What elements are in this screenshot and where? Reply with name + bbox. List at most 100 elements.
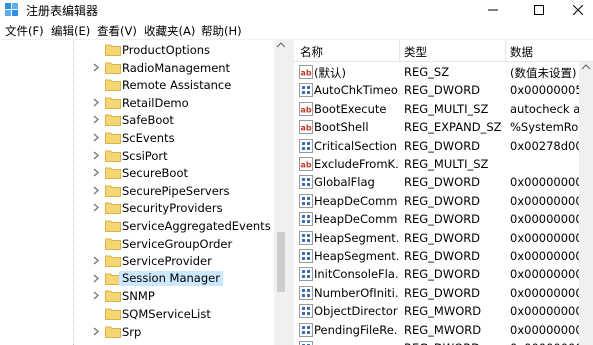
scroll-up-icon[interactable] xyxy=(582,64,590,70)
value-name: AutoChkTimeo... xyxy=(314,83,398,98)
list-row[interactable]: AutoChkTimeo... REG_DWORD 0x00000005 (5 xyxy=(294,81,593,99)
tree-item-label: ServiceGroupOrder xyxy=(122,236,233,251)
chevron-right-icon[interactable] xyxy=(91,185,101,196)
column-type-header[interactable]: 类型 xyxy=(404,44,427,60)
folder-icon xyxy=(105,44,121,56)
chevron-right-icon[interactable] xyxy=(91,167,101,178)
list-row[interactable]: HeapDeComm... REG_DWORD 0x00000000 (0 xyxy=(294,210,593,228)
tree-item-label: ServiceAggregatedEvents xyxy=(122,219,271,233)
tree-item[interactable]: SecureBoot xyxy=(0,164,274,182)
string-value-icon: ab xyxy=(299,120,313,135)
value-type: REG_DWORD xyxy=(404,230,481,245)
value-name: BootShell xyxy=(314,120,369,135)
tree-item[interactable]: SecurityProviders xyxy=(0,199,274,217)
close-button[interactable] xyxy=(562,0,593,20)
tree-scroll-thumb[interactable] xyxy=(277,232,285,292)
value-data: (数值未设置) xyxy=(510,66,577,80)
binary-value-icon xyxy=(299,285,313,300)
column-separator[interactable] xyxy=(505,40,506,62)
menu-help[interactable]: 帮助(H) xyxy=(201,23,242,39)
folder-icon xyxy=(105,150,121,162)
minimize-button[interactable] xyxy=(470,0,516,20)
value-data: %SystemRoot% xyxy=(510,120,580,135)
list-row[interactable]: ab ExcludeFromK... REG_MULTI_SZ xyxy=(294,155,593,173)
tree-item[interactable]: SNMP xyxy=(0,287,274,305)
chevron-right-icon[interactable] xyxy=(91,273,101,284)
menu-view[interactable]: 查看(V) xyxy=(97,23,137,39)
menu-file[interactable]: 文件(F) xyxy=(5,23,44,39)
list-row[interactable]: GlobalFlag REG_DWORD 0x00000000 (0 xyxy=(294,173,593,191)
maximize-button[interactable] xyxy=(516,0,562,20)
tree-item[interactable]: Srp xyxy=(0,323,274,341)
tree-item-label: ScsiPort xyxy=(122,148,168,163)
tree-item[interactable]: ProductOptions xyxy=(0,41,274,59)
list-row[interactable]: CriticalSection... REG_DWORD 0x00278d00 (2 xyxy=(294,137,593,155)
value-type: REG_SZ xyxy=(404,65,450,79)
folder-icon xyxy=(105,132,121,144)
tree-item[interactable]: SQMServiceList xyxy=(0,305,274,323)
chevron-right-icon[interactable] xyxy=(91,132,101,143)
tree-item[interactable]: ServiceProvider xyxy=(0,252,274,270)
binary-value-icon xyxy=(299,212,313,227)
column-name-header[interactable]: 名称 xyxy=(300,44,323,60)
chevron-right-icon[interactable] xyxy=(91,97,101,108)
chevron-right-icon[interactable] xyxy=(91,326,101,337)
list-scrollbar[interactable] xyxy=(579,62,593,345)
regedit-app-icon xyxy=(5,3,18,16)
tree-item-label: Session Manager xyxy=(119,270,223,286)
value-type: REG_DWORD xyxy=(404,175,481,190)
list-row[interactable]: REG_DWORD0x00000000 (0 xyxy=(294,339,593,345)
value-data: 0x00000000 (0 xyxy=(510,267,580,282)
tree-item[interactable]: ScsiPort xyxy=(0,147,274,165)
value-name: BootExecute xyxy=(314,101,387,116)
svg-text:ab: ab xyxy=(300,124,311,133)
tree-item[interactable]: Session Manager xyxy=(0,270,274,288)
tree-item[interactable]: RetailDemo xyxy=(0,94,274,112)
menu-edit[interactable]: 编辑(E) xyxy=(51,23,90,39)
list-row[interactable]: ab (默认) REG_SZ (数值未设置) xyxy=(294,63,593,81)
tree-item[interactable]: RadioManagement xyxy=(0,59,274,77)
value-name: HeapSegment... xyxy=(314,230,398,245)
svg-text:ab: ab xyxy=(300,69,311,78)
list-row[interactable]: PendingFileRe... REG_MWORD 0x00000000 (0 xyxy=(294,321,593,339)
tree-item[interactable]: SecurePipeServers xyxy=(0,182,274,200)
tree-item[interactable]: SafeBoot xyxy=(0,111,274,129)
chevron-right-icon[interactable] xyxy=(91,114,101,125)
tree-item[interactable]: ServiceAggregatedEvents xyxy=(0,217,274,235)
chevron-right-icon[interactable] xyxy=(91,62,101,73)
chevron-right-icon[interactable] xyxy=(91,290,101,301)
value-type: REG_MWORD xyxy=(404,304,482,319)
tree-item-label: RadioManagement xyxy=(122,60,231,75)
list-row[interactable]: HeapDeComm... REG_DWORD 0x00000000 (0 xyxy=(294,192,593,210)
scroll-up-icon[interactable] xyxy=(277,42,285,48)
value-list: 名称 类型 数据 ab (默认) REG_SZ (数值未设置) AutoChkTimeo… xyxy=(294,40,593,345)
value-name: PendingFileRe... xyxy=(314,322,398,337)
binary-value-icon xyxy=(299,267,313,282)
list-row[interactable]: ObjectDirector... REG_MWORD 0x00000000 (0 xyxy=(294,302,593,320)
list-row[interactable]: NumberOfIniti... REG_DWORD 0x00000000 (0 xyxy=(294,284,593,302)
tree-item[interactable]: ScEvents xyxy=(0,129,274,147)
string-value-icon: ab xyxy=(299,101,313,116)
folder-icon xyxy=(105,114,121,127)
string-value-icon: ab xyxy=(299,157,313,171)
list-row[interactable]: InitConsoleFla... REG_DWORD 0x00000000 (0 xyxy=(294,265,593,283)
chevron-right-icon[interactable] xyxy=(91,202,101,213)
value-name: GlobalFlag xyxy=(314,175,375,190)
binary-value-icon xyxy=(299,304,313,319)
tree-item-label: ProductOptions xyxy=(122,43,211,57)
list-row[interactable]: abBootShell REG_EXPAND_SZ %SystemRoot% xyxy=(294,118,593,136)
chevron-right-icon[interactable] xyxy=(91,255,101,266)
column-separator[interactable] xyxy=(399,40,400,62)
tree-item[interactable]: Remote Assistance xyxy=(0,76,274,94)
value-type: REG_DWORD xyxy=(404,193,481,208)
list-row[interactable]: HeapSegment... REG_DWORD 0x00000000 (0 xyxy=(294,247,593,265)
list-row[interactable]: HeapSegment... REG_DWORD 0x00000000 (0 xyxy=(294,229,593,247)
menu-favorites[interactable]: 收藏夹(A) xyxy=(144,23,195,39)
value-type: REG_DWORD xyxy=(404,83,481,98)
minimize-icon xyxy=(488,9,498,11)
list-row[interactable]: abBootExecute REG_MULTI_SZ autocheck auto xyxy=(294,100,593,118)
chevron-right-icon[interactable] xyxy=(91,150,101,161)
tree-item[interactable]: ServiceGroupOrder xyxy=(0,235,274,253)
column-data-header[interactable]: 数据 xyxy=(510,44,533,60)
tree-scrollbar[interactable] xyxy=(274,40,288,345)
